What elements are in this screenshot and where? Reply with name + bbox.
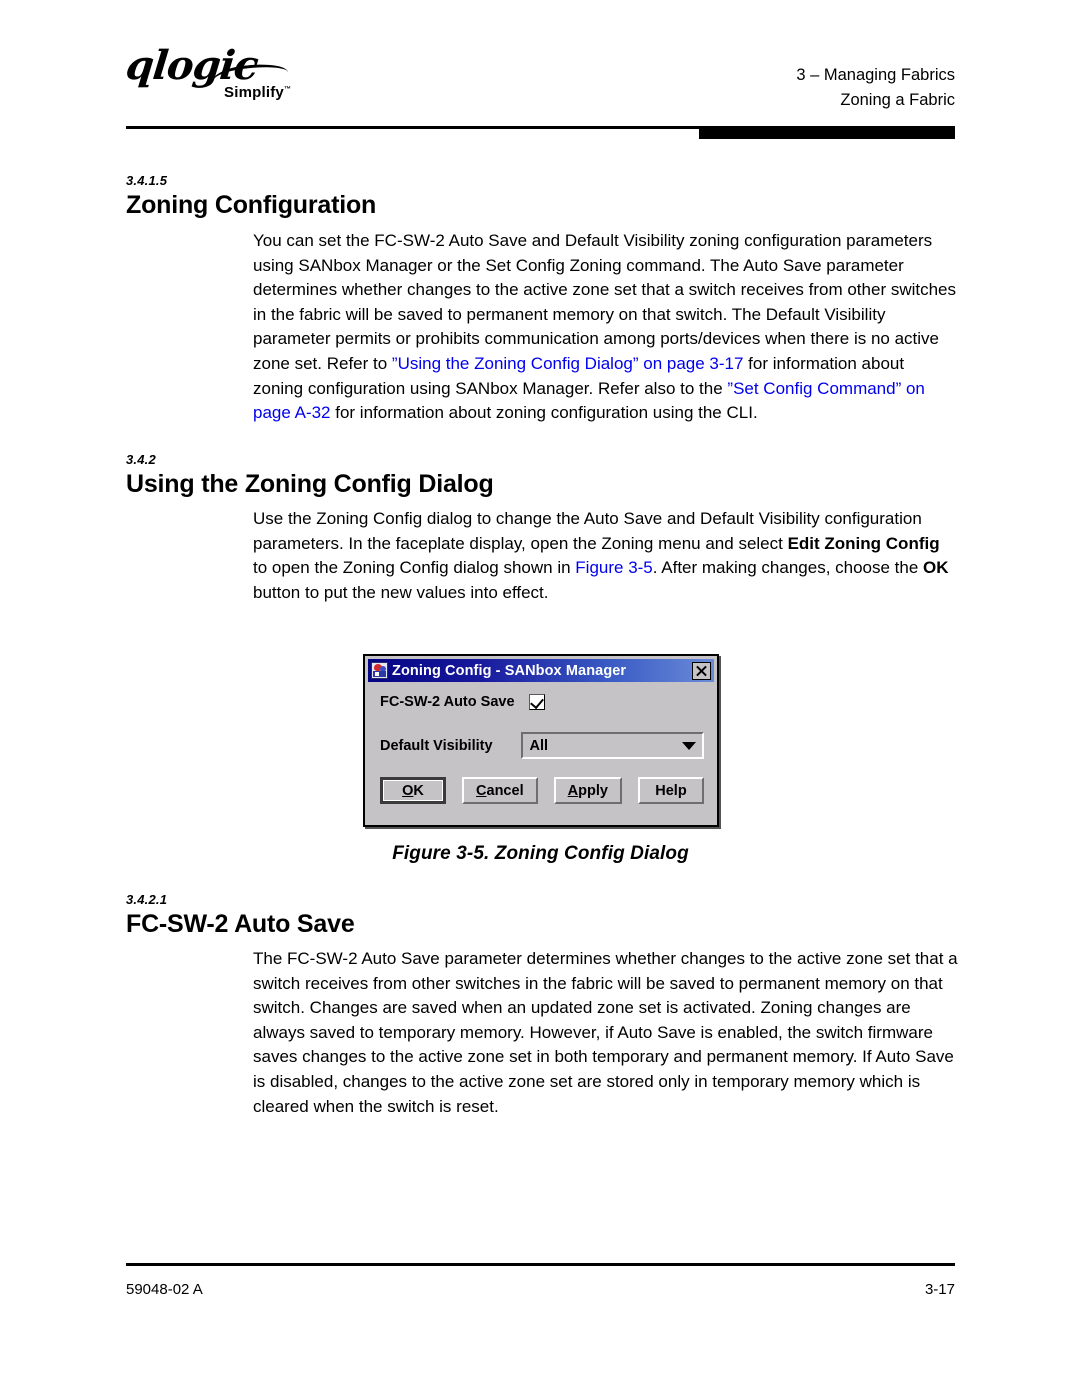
header-rule-block bbox=[699, 126, 955, 139]
paragraph-using-the-zoning-config-dialog: Use the Zoning Config dialog to change t… bbox=[253, 507, 958, 605]
qlogic-logo: qlogic Simplify™ bbox=[124, 42, 386, 112]
auto-save-row: FC-SW-2 Auto Save bbox=[380, 694, 545, 710]
paragraph-text: You can set the FC-SW-2 Auto Save and De… bbox=[253, 231, 957, 373]
ok-button-mnemonic: O bbox=[402, 782, 414, 799]
checkmark-icon bbox=[529, 694, 544, 710]
paragraph-fc-sw-2-auto-save: The FC-SW-2 Auto Save parameter determin… bbox=[253, 949, 958, 1116]
cancel-button-mnemonic: C bbox=[476, 782, 487, 799]
apply-button-mnemonic: A bbox=[567, 782, 579, 799]
header-running-title: 3 – Managing Fabrics Zoning a Fabric bbox=[796, 63, 955, 113]
default-visibility-label: Default Visibility bbox=[380, 737, 493, 754]
apply-button[interactable]: Apply bbox=[553, 777, 622, 804]
section-heading-using-the-zoning-config-dialog: Using the Zoning Config Dialog bbox=[126, 470, 494, 498]
bold-edit-zoning-config: Edit Zoning Config bbox=[787, 533, 940, 553]
section-heading-zoning-configuration: Zoning Configuration bbox=[126, 191, 377, 219]
bold-ok: OK bbox=[923, 558, 949, 578]
help-button[interactable]: Help bbox=[637, 777, 704, 804]
section-number-3-4-2-1: 3.4.2.1 bbox=[126, 892, 168, 907]
auto-save-label: FC-SW-2 Auto Save bbox=[380, 694, 515, 710]
page-header: qlogic Simplify™ 3 – Managing Fabrics Zo… bbox=[124, 42, 955, 122]
figure-caption: Figure 3-5. Zoning Config Dialog bbox=[392, 843, 689, 864]
figure-zoning-config-dialog: Zoning Config - SANbox Manager FC-SW-2 A… bbox=[363, 654, 719, 827]
dialog-title-bar[interactable]: Zoning Config - SANbox Manager bbox=[368, 659, 714, 682]
logo-trademark-symbol: ™ bbox=[283, 86, 292, 93]
paragraph-text: to open the Zoning Config dialog shown i… bbox=[253, 558, 576, 578]
default-visibility-value: All bbox=[529, 737, 549, 754]
logo-tagline-text: Simplify bbox=[224, 84, 284, 101]
auto-save-checkbox[interactable] bbox=[528, 694, 545, 710]
link-using-the-zoning-config-dialog[interactable]: ”Using the Zoning Config Dialog” on page… bbox=[392, 354, 744, 373]
ok-button[interactable]: OK bbox=[380, 777, 446, 804]
default-visibility-dropdown[interactable]: All bbox=[520, 732, 704, 759]
footer-page-number: 3-17 bbox=[924, 1281, 955, 1298]
footer-document-number: 59048-02 A bbox=[126, 1281, 203, 1298]
document-page: qlogic Simplify™ 3 – Managing Fabrics Zo… bbox=[0, 0, 1080, 1397]
close-icon[interactable] bbox=[692, 661, 711, 680]
paragraph-text: button to put the new values into effect… bbox=[253, 582, 549, 602]
default-visibility-row: Default Visibility All bbox=[380, 732, 704, 759]
cancel-button[interactable]: Cancel bbox=[462, 777, 538, 804]
section-heading-fc-sw-2-auto-save: FC-SW-2 Auto Save bbox=[126, 910, 355, 938]
dialog-body: FC-SW-2 Auto Save Default Visibility All… bbox=[368, 682, 714, 822]
sanbox-manager-app-icon bbox=[371, 662, 388, 679]
footer-rule bbox=[126, 1263, 955, 1266]
logo-tagline: Simplify™ bbox=[224, 84, 291, 101]
paragraph-zoning-configuration: You can set the FC-SW-2 Auto Save and De… bbox=[253, 229, 958, 426]
chevron-down-icon bbox=[682, 741, 696, 750]
header-line-topic: Zoning a Fabric bbox=[840, 91, 955, 109]
paragraph-text: . After making changes, choose the bbox=[652, 558, 924, 578]
zoning-config-dialog-window: Zoning Config - SANbox Manager FC-SW-2 A… bbox=[363, 654, 719, 827]
section-number-3-4-1-5: 3.4.1.5 bbox=[126, 173, 168, 188]
dialog-title-text: Zoning Config - SANbox Manager bbox=[392, 662, 627, 679]
dialog-button-row: OK Cancel Apply Help bbox=[380, 777, 704, 804]
section-number-3-4-2: 3.4.2 bbox=[126, 452, 156, 467]
link-figure-3-5[interactable]: Figure 3-5 bbox=[575, 558, 652, 577]
header-line-chapter: 3 – Managing Fabrics bbox=[796, 66, 955, 84]
paragraph-text: for information about zoning configurati… bbox=[330, 403, 758, 423]
